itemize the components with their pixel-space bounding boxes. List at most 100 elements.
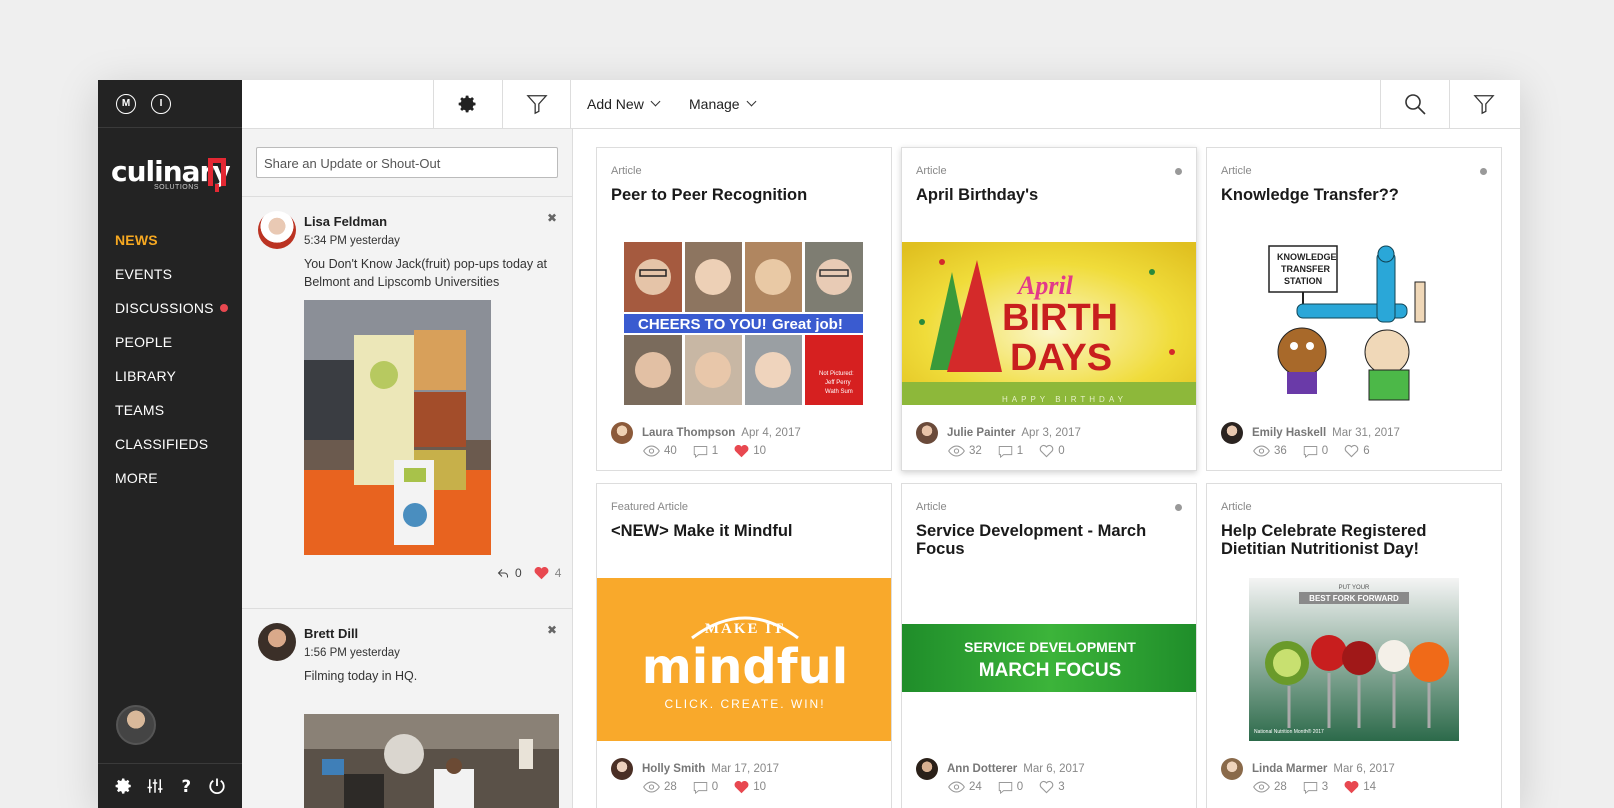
add-new-menu[interactable]: Add New (587, 80, 661, 128)
heart-outline-icon[interactable] (1039, 444, 1054, 458)
heart-filled-icon[interactable] (534, 566, 549, 580)
user-avatar[interactable] (116, 705, 156, 745)
post-author[interactable]: Brett Dill (304, 626, 358, 641)
post-image[interactable] (304, 300, 491, 555)
image-caption: National Nutrition Month® 2017 (1254, 728, 1324, 735)
card-title[interactable]: April Birthday's (916, 186, 1181, 204)
author-name[interactable]: Julie Painter (947, 427, 1015, 439)
card-title[interactable]: Peer to Peer Recognition (611, 186, 876, 204)
author-name[interactable]: Ann Dotterer (947, 763, 1017, 775)
heart-filled-icon[interactable] (734, 780, 749, 794)
chevron-down-icon (650, 96, 661, 107)
settings-button[interactable] (433, 80, 502, 128)
comment-icon[interactable] (998, 445, 1013, 458)
feed-filter-button[interactable] (502, 80, 571, 128)
article-card[interactable]: Article Service Development - March Focu… (901, 483, 1197, 808)
card-type: Featured Article (611, 501, 689, 513)
article-card[interactable]: Article Help Celebrate Registered Dietit… (1206, 483, 1502, 808)
reply-count: 0 (515, 566, 522, 580)
comment-icon[interactable] (1303, 781, 1318, 794)
comment-icon[interactable] (693, 445, 708, 458)
avatar[interactable] (1221, 422, 1243, 444)
sidebar-item-classifieds[interactable]: CLASSIFIEDS (98, 427, 242, 461)
card-image[interactable]: KNOWLEDGE TRANSFER STATION (1257, 242, 1457, 405)
close-icon[interactable]: ✖ (547, 211, 557, 225)
sidebar-item-label: NEWS (115, 232, 158, 248)
view-count: 36 (1274, 445, 1287, 457)
help-icon[interactable]: ? (177, 777, 195, 795)
author-name[interactable]: Linda Marmer (1252, 763, 1327, 775)
image-caption: MAKE IT (705, 621, 785, 637)
sidebar-item-events[interactable]: EVENTS (98, 257, 242, 291)
card-title[interactable]: Knowledge Transfer?? (1221, 186, 1486, 204)
sidebar-item-library[interactable]: LIBRARY (98, 359, 242, 393)
card-type: Article (1221, 501, 1252, 513)
heart-outline-icon[interactable] (1344, 444, 1359, 458)
sidebar-item-teams[interactable]: TEAMS (98, 393, 242, 427)
view-count: 32 (969, 445, 982, 457)
post-author[interactable]: Lisa Feldman (304, 214, 387, 229)
avatar[interactable] (916, 758, 938, 780)
like-count: 6 (1363, 445, 1370, 457)
info-circle-icon[interactable]: I (151, 93, 171, 114)
like-count: 10 (753, 445, 766, 457)
sidebar-item-label: MORE (115, 470, 158, 486)
sidebar-bottom-toolbar: ? (98, 763, 242, 808)
reply-icon[interactable] (497, 567, 509, 579)
avatar[interactable] (1221, 758, 1243, 780)
author-name[interactable]: Holly Smith (642, 763, 705, 775)
article-card[interactable]: Article Peer to Peer Recognition CHEERS … (596, 147, 892, 471)
search-icon (1405, 94, 1426, 115)
card-type: Article (916, 501, 947, 513)
sidebar-item-people[interactable]: PEOPLE (98, 325, 242, 359)
sliders-icon[interactable] (146, 777, 164, 795)
card-image[interactable]: SERVICE DEVELOPMENT MARCH FOCUS (902, 624, 1197, 692)
avatar[interactable] (611, 758, 633, 780)
like-count: 10 (753, 781, 766, 793)
grid-filter-button[interactable] (1449, 80, 1518, 128)
manage-menu[interactable]: Manage (689, 80, 757, 128)
author-name[interactable]: Emily Haskell (1252, 427, 1326, 439)
search-button[interactable] (1380, 80, 1449, 128)
comment-icon[interactable] (1303, 445, 1318, 458)
post-image[interactable] (304, 714, 559, 808)
sidebar-item-news[interactable]: NEWS (98, 223, 242, 257)
card-type: Article (916, 165, 947, 177)
article-card[interactable]: Article April Birthday's April BIRTH DAY… (901, 147, 1197, 471)
svg-text:?: ? (181, 777, 191, 795)
eye-icon (643, 445, 660, 457)
activity-feed: Share an Update or Shout-Out Lisa Feldma… (242, 129, 573, 808)
avatar[interactable] (258, 211, 296, 249)
heart-filled-icon[interactable] (1344, 780, 1359, 794)
manage-label: Manage (689, 96, 740, 112)
avatar[interactable] (916, 422, 938, 444)
card-image[interactable]: April BIRTH DAYS HAPPY BIRTHDAY (902, 242, 1197, 405)
avatar[interactable] (611, 422, 633, 444)
heart-outline-icon[interactable] (1039, 780, 1054, 794)
card-image[interactable]: MAKE IT mindful CLICK. CREATE. WIN! (597, 578, 892, 741)
comment-icon[interactable] (693, 781, 708, 794)
card-image[interactable]: PUT YOUR BEST FORK FORWARD National Nutr… (1249, 578, 1459, 741)
article-card[interactable]: Featured Article <NEW> Make it Mindful M… (596, 483, 892, 808)
chevron-down-icon (746, 96, 757, 107)
avatar[interactable] (258, 623, 296, 661)
card-title[interactable]: Service Development - March Focus (916, 522, 1181, 558)
heart-filled-icon[interactable] (734, 444, 749, 458)
app-window: M I culinary SOLUTIONS NEWS EVENTS DISCU… (98, 80, 1520, 808)
m-circle-icon[interactable]: M (116, 93, 136, 114)
card-title[interactable]: Help Celebrate Registered Dietitian Nutr… (1221, 522, 1486, 558)
power-icon[interactable] (208, 777, 226, 795)
sidebar-item-discussions[interactable]: DISCUSSIONS (98, 291, 242, 325)
image-caption: CLICK. CREATE. WIN! (664, 697, 825, 711)
article-card[interactable]: Article Knowledge Transfer?? KNOWLEDGE T… (1206, 147, 1502, 471)
sidebar-item-more[interactable]: MORE (98, 461, 242, 495)
gear-icon[interactable] (115, 777, 133, 795)
card-stats: 28 0 10 (643, 780, 766, 794)
share-update-input[interactable]: Share an Update or Shout-Out (256, 147, 558, 178)
close-icon[interactable]: ✖ (547, 623, 557, 637)
image-caption: HAPPY BIRTHDAY (1002, 395, 1127, 404)
author-name[interactable]: Laura Thompson (642, 427, 735, 439)
card-title[interactable]: <NEW> Make it Mindful (611, 522, 876, 540)
comment-icon[interactable] (998, 781, 1013, 794)
card-image[interactable]: CHEERS TO YOU! Great job! Not Pictured: … (624, 242, 863, 405)
